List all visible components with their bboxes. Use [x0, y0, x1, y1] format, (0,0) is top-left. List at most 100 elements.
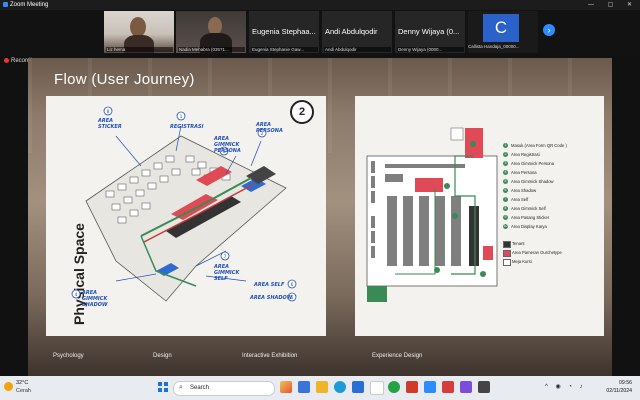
slide-footer: Psychology Design Interactive Exhibition… — [28, 353, 612, 365]
floor-plan-panel: 1 Masuk (Area Form QR Code ) 2 Area Registr… — [355, 96, 604, 336]
key-swatch — [503, 250, 511, 257]
legend-text: Area Display Karya — [511, 224, 547, 229]
isometric-map-panel: Physical Space 2 8 1 3 2 7 4 6 5 AREA ST… — [46, 96, 326, 336]
weather-temp: 32°C — [16, 380, 29, 386]
legend-text: Area Gimmick Shadow — [511, 179, 554, 184]
legend-text: Area Self — [511, 197, 529, 202]
participant-tile[interactable]: Andi Abdulqodir Andi Abdulqodir — [322, 11, 392, 53]
participant-face — [130, 17, 146, 37]
key-item: Tenant — [503, 240, 603, 249]
task-view-icon[interactable] — [298, 381, 310, 393]
legend-text: Area Gimmick Persona — [511, 161, 555, 166]
zoom-taskbar-icon[interactable] — [424, 381, 436, 393]
legend-item: 3 Area Gimmick Persona — [503, 160, 603, 169]
zoom-logo-icon — [3, 2, 8, 7]
store-icon[interactable] — [352, 381, 364, 393]
legend-text: Area Gimmick Self — [511, 206, 546, 211]
legend-item: 10 Area Display Karya — [503, 223, 603, 232]
footer-item: Design — [153, 353, 172, 359]
start-button[interactable] — [158, 382, 168, 392]
next-page-button[interactable]: › — [543, 24, 555, 36]
participant-label: Denny Wijaya (0000... — [397, 47, 464, 52]
participant-name: Eugenia Stephaa... — [252, 27, 316, 36]
handwritten-note: AREA SHADOW — [250, 295, 293, 301]
participant-tile[interactable]: Nadia Mehabra (03571... — [176, 11, 246, 53]
note-number: 7 — [224, 254, 227, 260]
search-placeholder: Search — [190, 385, 210, 391]
participant-label: Callista Handaja_00000... — [468, 44, 520, 49]
key-text: Area Pameran Ourchetype — [512, 250, 562, 255]
legend-number: 8 — [503, 206, 508, 211]
system-tray[interactable]: ^ ◉ ◔ ♪ — [545, 383, 586, 390]
slide-title: Flow (User Journey) — [54, 71, 195, 88]
record-icon — [4, 58, 9, 63]
note-number: 4 — [75, 292, 78, 298]
participant-label: Liz hema — [106, 47, 173, 52]
legend-text: Masuk (Area Form QR Code ) — [511, 143, 567, 148]
search-box[interactable]: ⌕ Search — [173, 381, 275, 396]
handwritten-note: AREA GIMMICK SHADOW — [82, 290, 108, 308]
participant-name: Denny Wijaya (0... — [398, 27, 460, 36]
weather-condition: Cerah — [16, 388, 31, 394]
participant-avatar: C — [483, 14, 519, 42]
clock-date: 02/11/2024 — [606, 388, 632, 394]
chrome-icon[interactable] — [370, 381, 384, 395]
legend-number: 7 — [503, 197, 508, 202]
key-item: Area Pameran Ourchetype — [503, 249, 603, 258]
window-controls[interactable]: — ▢ ✕ — [588, 0, 638, 10]
legend-list: 1 Masuk (Area Form QR Code ) 2 Area Registr… — [503, 142, 603, 232]
legend-number: 4 — [503, 170, 508, 175]
whatsapp-icon[interactable] — [388, 381, 400, 393]
taskbar-app-icon[interactable] — [280, 381, 292, 393]
legend-number: 9 — [503, 215, 508, 220]
note-number: 8 — [107, 109, 110, 115]
legend-number: 5 — [503, 179, 508, 184]
handwritten-note: REGISTRASI — [170, 124, 204, 130]
participant-tile[interactable]: Liz hema — [104, 11, 174, 53]
clock[interactable]: 09:56 02/11/2024 — [594, 379, 632, 395]
windows-taskbar: 32°C Cerah ⌕ Search ^ ◉ ◔ ♪ 09:56 02/11/… — [0, 376, 640, 400]
legend-number: 2 — [503, 152, 508, 157]
floor-plan — [366, 127, 498, 302]
handwritten-note: AREA GIMMICK PERSONA — [214, 136, 241, 154]
office-icon[interactable] — [406, 381, 418, 393]
legend-number: 6 — [503, 188, 508, 193]
key-text: Tenant — [512, 241, 525, 246]
footer-item: Experience Design — [372, 353, 423, 359]
key-text: Meja Kursi — [512, 259, 532, 264]
powerpoint-icon[interactable] — [442, 381, 454, 393]
taskbar-app-icon[interactable] — [460, 381, 472, 393]
handwritten-note: AREA STICKER — [98, 118, 122, 130]
edge-icon[interactable] — [334, 381, 346, 393]
note-number: 6 — [291, 282, 294, 288]
handwritten-note: AREA PERSONA — [256, 122, 283, 134]
key-item: Meja Kursi — [503, 258, 603, 267]
legend-item: 7 Area Self — [503, 196, 603, 205]
legend-text: Area Pasang Sticker — [511, 215, 550, 220]
legend-number: 3 — [503, 161, 508, 166]
file-explorer-icon[interactable] — [316, 381, 328, 393]
app-title: Zoom Meeting — [3, 0, 48, 10]
legend-item: 6 Area Shadow — [503, 187, 603, 196]
sun-icon — [4, 382, 13, 391]
key-swatch — [503, 241, 511, 248]
participant-name: Andi Abdulqodir — [325, 27, 378, 36]
clock-time: 09:56 — [619, 380, 632, 386]
legend-key: Tenant Area Pameran Ourchetype Meja Kursi — [503, 240, 603, 267]
floor-plan-legend: 1 Masuk (Area Form QR Code ) 2 Area Registr… — [503, 142, 603, 267]
participant-label: Nadia Mehabra (03571... — [178, 47, 245, 52]
legend-item: 9 Area Pasang Sticker — [503, 214, 603, 223]
taskbar-app-icon[interactable] — [478, 381, 490, 393]
legend-number: 1 — [503, 143, 508, 148]
footer-item: Psychology — [53, 353, 84, 359]
note-number: 1 — [180, 114, 183, 120]
participant-tile[interactable]: Denny Wijaya (0... Denny Wijaya (0000... — [395, 11, 465, 53]
title-bar: Zoom Meeting — ▢ ✕ — [0, 0, 640, 10]
footer-item: Interactive Exhibition — [242, 353, 298, 359]
handwritten-note: AREA SELF — [254, 282, 285, 288]
legend-item: 1 Masuk (Area Form QR Code ) — [503, 142, 603, 151]
legend-text: Area Persona — [511, 170, 537, 175]
participant-tile[interactable]: Eugenia Stephaa... Eugenia Stephanie Gaw… — [249, 11, 319, 53]
legend-item: 4 Area Persona — [503, 169, 603, 178]
legend-item: 5 Area Gimmick Shadow — [503, 178, 603, 187]
